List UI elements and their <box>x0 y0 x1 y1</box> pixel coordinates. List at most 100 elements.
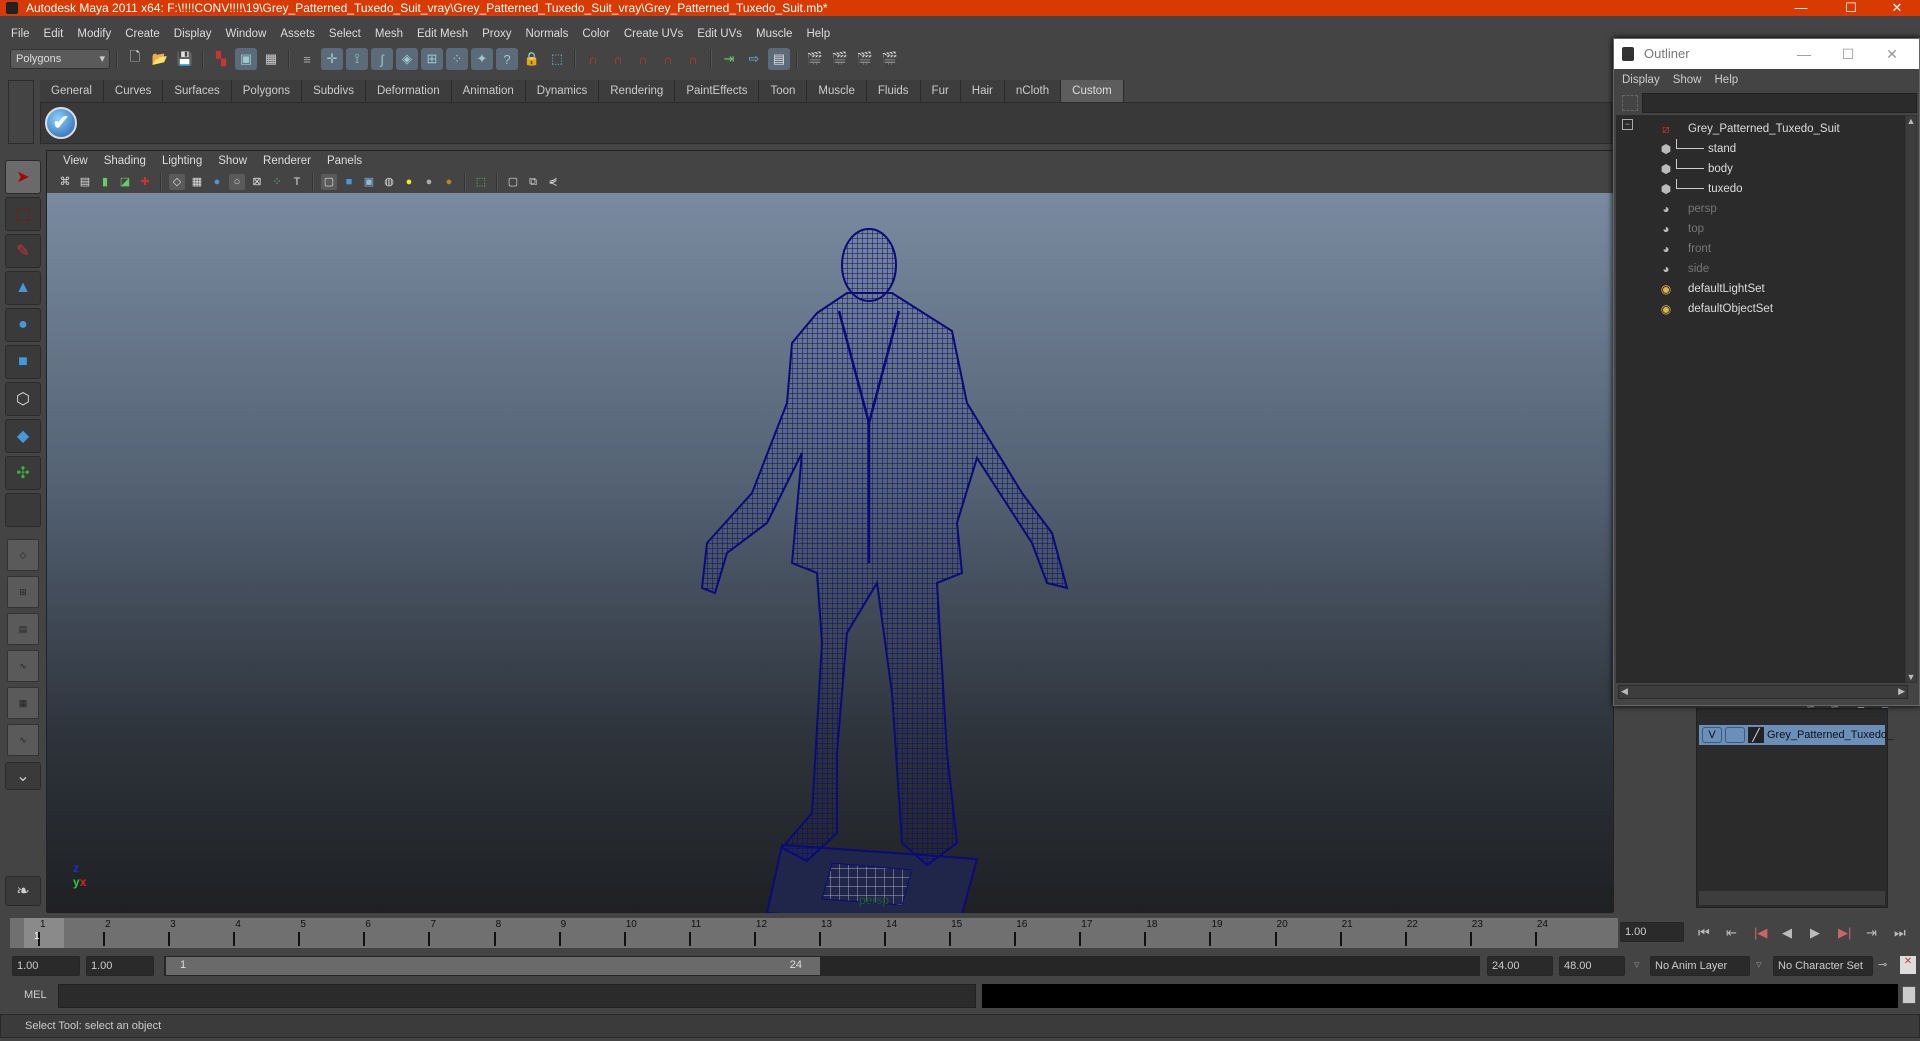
anim-layer-dropdown[interactable]: No Anim Layer <box>1650 956 1750 976</box>
isolate-select-icon[interactable]: ⬚ <box>473 174 489 190</box>
viewport-menu-shading[interactable]: Shading <box>96 155 154 167</box>
all-lights-icon[interactable]: ● <box>421 174 437 190</box>
snap-live-icon[interactable]: ⊞ <box>421 48 443 70</box>
safe-action-icon[interactable]: ⁘ <box>269 174 285 190</box>
outliner-item[interactable]: ⬢ body <box>1616 159 1896 179</box>
film-gate-icon[interactable]: ▦ <box>189 174 205 190</box>
shelf-tab-dynamics[interactable]: Dynamics <box>525 80 600 102</box>
shelf-tab-muscle[interactable]: Muscle <box>807 80 867 102</box>
ipr-render-icon[interactable]: 🎬 <box>854 48 876 70</box>
rotate-tool-icon[interactable]: ● <box>5 308 41 342</box>
snap-curve-icon[interactable]: ⟟ <box>346 48 368 70</box>
minimize-button[interactable]: — <box>1778 0 1824 16</box>
outliner-maximize-button[interactable]: ☐ <box>1828 39 1868 69</box>
paint-select-tool-icon[interactable]: ✎ <box>5 234 41 268</box>
layer-visibility-toggle[interactable]: V <box>1702 727 1722 743</box>
show-manipulator-icon[interactable]: ✣ <box>5 456 41 490</box>
maximize-button[interactable]: ☐ <box>1828 0 1874 16</box>
outliner-horizontal-scrollbar[interactable]: ◀ ▶ <box>1618 685 1908 699</box>
outliner-menu-help[interactable]: Help <box>1715 74 1746 86</box>
go-to-end-button[interactable]: ⏭ <box>1894 925 1906 941</box>
magnet-point-icon[interactable]: ∩ <box>632 48 654 70</box>
play-forwards-button[interactable]: ▶ <box>1810 925 1820 941</box>
output-ops-icon[interactable]: ⇨ <box>743 48 765 70</box>
snap-grid-icon[interactable]: ✛ <box>321 48 343 70</box>
render-view-icon[interactable]: 🎬 <box>804 48 826 70</box>
outliner-persp-layout-icon[interactable]: ▤ <box>7 613 39 645</box>
layout-expand-icon[interactable]: ⌄ <box>5 762 41 790</box>
display-layer-row[interactable]: V ╱ Grey_Patterned_Tuxedo_ <box>1699 725 1893 745</box>
soft-mod-tool-icon[interactable]: ◆ <box>5 419 41 453</box>
history-icon[interactable]: ⁘ <box>446 48 468 70</box>
shelf-tab-general[interactable]: General <box>40 80 104 102</box>
select-component-icon[interactable]: ▦ <box>260 48 282 70</box>
sculpt-icon[interactable]: ✦ <box>471 48 493 70</box>
gate-mask-icon[interactable]: ○ <box>229 174 245 190</box>
shelf-tab-fur[interactable]: Fur <box>920 80 961 102</box>
shelf-tab-toon[interactable]: Toon <box>759 80 808 102</box>
render-settings-icon[interactable]: 🎬 <box>879 48 901 70</box>
go-to-start-button[interactable]: ⏮ <box>1698 925 1710 941</box>
close-button[interactable]: ✕ <box>1874 0 1920 16</box>
selection-mask-icon[interactable]: ≡ <box>296 48 318 70</box>
outliner-item[interactable]: ◕ side <box>1616 259 1896 279</box>
image-plane-icon[interactable]: ◪ <box>117 174 133 190</box>
outliner-menu-show[interactable]: Show <box>1673 74 1709 86</box>
play-backwards-button[interactable]: ◀ <box>1782 925 1792 941</box>
layer-horizontal-scrollbar[interactable] <box>1699 891 1885 905</box>
help-icon[interactable]: ? <box>496 48 518 70</box>
shelf-options-handle[interactable] <box>8 80 34 144</box>
shelf-tab-fluids[interactable]: Fluids <box>866 80 921 102</box>
scroll-down-icon[interactable]: ▼ <box>1906 672 1916 682</box>
smooth-shade-icon[interactable]: ■ <box>341 174 357 190</box>
menu-set-dropdown[interactable]: Polygons <box>10 49 110 69</box>
outliner-item[interactable]: ◉ defaultLightSet <box>1616 279 1896 299</box>
script-editor-icon[interactable] <box>1902 986 1916 1004</box>
menu-modify[interactable]: Modify <box>70 28 118 40</box>
scroll-up-icon[interactable]: ▲ <box>1906 116 1916 126</box>
shelf-tab-custom[interactable]: Custom <box>1061 80 1124 102</box>
magnet-live-icon[interactable]: ∩ <box>682 48 704 70</box>
outliner-title-bar[interactable]: Outliner — ☐ ✕ <box>1614 39 1919 69</box>
resolution-gate-icon[interactable]: ● <box>209 174 225 190</box>
menu-create-uvs[interactable]: Create UVs <box>617 28 690 40</box>
new-scene-icon[interactable]: 🗋 <box>124 48 146 70</box>
hypershade-persp-layout-icon[interactable]: ▦ <box>7 687 39 719</box>
menu-edit-mesh[interactable]: Edit Mesh <box>410 28 475 40</box>
menu-help[interactable]: Help <box>799 28 837 40</box>
command-language-label[interactable]: MEL <box>24 989 47 1001</box>
time-slider[interactable]: 1 2 3 4 5 6 7 8 9 10 11 12 13 14 15 16 17 18 19 20 21 22 23 24 … <box>10 918 1618 948</box>
outliner-item[interactable]: ⬢ tuxedo <box>1616 179 1896 199</box>
menu-proxy[interactable]: Proxy <box>475 28 518 40</box>
outliner-item[interactable]: ◕ front <box>1616 239 1896 259</box>
outliner-item[interactable]: ◕ persp <box>1616 199 1896 219</box>
menu-select[interactable]: Select <box>322 28 368 40</box>
shelf-tab-ncloth[interactable]: nCloth <box>1004 80 1062 102</box>
outliner-item[interactable]: ◉ defaultObjectSet <box>1616 299 1896 319</box>
last-tool-icon[interactable] <box>5 493 41 527</box>
construction-history-icon[interactable]: ▤ <box>768 48 790 70</box>
menu-display[interactable]: Display <box>167 28 219 40</box>
outliner-close-button[interactable]: ✕ <box>1872 39 1912 69</box>
film-gate-zoom-icon[interactable]: ✚ <box>137 174 153 190</box>
menu-edit-uvs[interactable]: Edit UVs <box>690 28 749 40</box>
menu-color[interactable]: Color <box>575 28 616 40</box>
animation-start-field[interactable]: 1.00 <box>12 956 80 976</box>
save-scene-icon[interactable]: 💾 <box>174 48 196 70</box>
menu-window[interactable]: Window <box>218 28 273 40</box>
menu-mesh[interactable]: Mesh <box>368 28 410 40</box>
shelf-tab-animation[interactable]: Animation <box>451 80 526 102</box>
filter-icon[interactable] <box>1622 95 1638 111</box>
viewport-menu-view[interactable]: View <box>55 155 96 167</box>
shelf-tab-surfaces[interactable]: Surfaces <box>163 80 232 102</box>
character-set-dropdown-icon[interactable]: ▿ <box>1756 958 1762 971</box>
snap-plane-icon[interactable]: ◈ <box>396 48 418 70</box>
current-time-field[interactable]: 1.00 <box>1620 922 1684 942</box>
select-tool-icon[interactable]: ➤ <box>5 160 41 194</box>
wireframe-icon[interactable]: ▢ <box>321 174 337 190</box>
bookmarks-icon[interactable]: ▮ <box>97 174 113 190</box>
shelf-tab-hair[interactable]: Hair <box>960 80 1005 102</box>
magnet-curve-icon[interactable]: ∩ <box>607 48 629 70</box>
lock-icon[interactable]: 🔒 <box>521 48 543 70</box>
magnet-grid-icon[interactable]: ∩ <box>582 48 604 70</box>
